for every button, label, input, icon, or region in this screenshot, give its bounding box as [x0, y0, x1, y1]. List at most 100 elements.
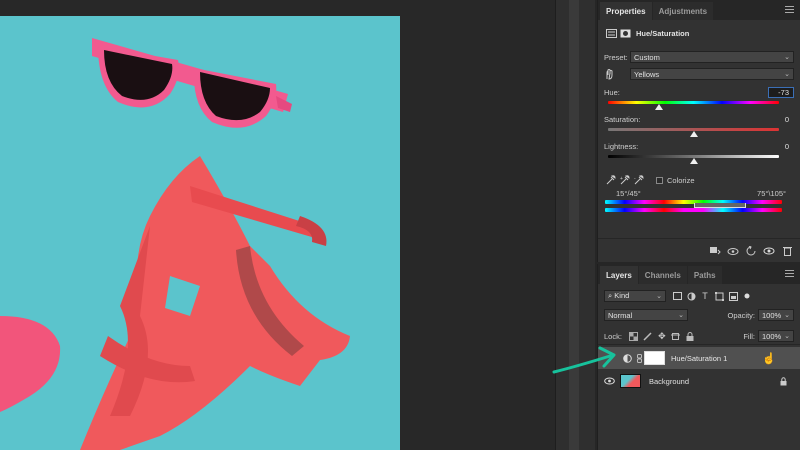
lock-transparent-icon[interactable] [627, 329, 641, 343]
layer-row[interactable]: Hue/Saturation 1 ☝ [598, 347, 800, 369]
channel-value: Yellows [634, 69, 660, 79]
filter-adjustment-icon[interactable] [684, 289, 698, 303]
colorize-checkbox[interactable] [656, 176, 663, 184]
sandal-shape [80, 156, 350, 450]
hue-label: Hue: [604, 88, 620, 97]
document-canvas[interactable] [0, 0, 555, 450]
eyedropper-plus-icon[interactable]: + [618, 173, 632, 187]
lock-position-icon[interactable]: ✥ [655, 329, 669, 343]
opacity-label: Opacity: [727, 310, 755, 320]
tab-adjustments[interactable]: Adjustments [652, 2, 714, 20]
panel-menu-icon[interactable] [785, 6, 794, 14]
adjustment-header: Hue/Saturation [604, 26, 794, 40]
opacity-input[interactable]: 100% ⌄ [758, 309, 794, 321]
saturation-slider-thumb[interactable] [689, 131, 698, 137]
layer-filter-kind[interactable]: ⌕ Kind ⌄ [604, 290, 666, 302]
lock-icon [776, 374, 790, 388]
tab-paths[interactable]: Paths [687, 266, 722, 284]
filter-smart-object-icon[interactable] [726, 289, 740, 303]
adjustment-name: Hue/Saturation [636, 28, 690, 38]
hue-input[interactable]: -73 [768, 87, 794, 98]
sunglasses-shape [92, 38, 292, 128]
lightness-row: Lightness: 0 [604, 141, 794, 152]
chevron-down-icon: ⌄ [784, 333, 790, 340]
layer-name[interactable]: Hue/Saturation 1 [671, 354, 727, 363]
layer-filter-kind-label: Kind [614, 291, 630, 300]
filter-shape-icon[interactable] [712, 289, 726, 303]
chevron-down-icon: ⌄ [784, 71, 790, 78]
fill-value: 100% [762, 331, 782, 341]
mask-icon[interactable] [618, 26, 632, 40]
lightness-slider-thumb[interactable] [689, 158, 698, 164]
filter-pixel-icon[interactable] [670, 289, 684, 303]
filter-toggle-icon[interactable] [740, 289, 754, 303]
opacity-value: 100% [762, 310, 782, 320]
link-icon[interactable] [634, 351, 644, 365]
mouse-cursor-icon: ☝ [762, 352, 776, 365]
eyedropper-minus-icon[interactable]: - [632, 173, 646, 187]
chevron-down-icon: ⌄ [678, 312, 684, 319]
hue-row: Hue: -73 [604, 87, 794, 98]
range-right-readout: 75°\105° [757, 189, 786, 198]
filter-type-icon[interactable]: T [698, 289, 712, 303]
svg-text:-: - [634, 176, 636, 182]
panel-collapse-bar[interactable] [569, 0, 579, 450]
view-previous-state-icon[interactable] [726, 244, 740, 258]
pink-shoe-shape [0, 316, 61, 412]
channel-row: Yellows ⌄ [604, 67, 794, 81]
tab-properties[interactable]: Properties [600, 2, 652, 20]
lock-artboard-icon[interactable] [669, 329, 683, 343]
range-left-readout: 15°/45° [616, 189, 641, 198]
preset-value: Custom [634, 52, 660, 62]
lightness-input[interactable]: 0 [768, 141, 794, 152]
preset-label: Preset: [604, 52, 628, 62]
colorize-label: Colorize [667, 175, 695, 185]
search-icon: ⌕ [608, 291, 613, 300]
fill-label: Fill: [743, 331, 755, 341]
toggle-visibility-icon[interactable] [762, 244, 776, 258]
trash-icon[interactable] [780, 244, 794, 258]
tab-channels[interactable]: Channels [638, 266, 687, 284]
eyedropper-icon[interactable] [604, 173, 618, 187]
blend-mode-value: Normal [608, 310, 633, 320]
properties-panel: Properties Adjustments Hue/Saturation Pr… [597, 0, 800, 262]
properties-footer [604, 244, 794, 258]
layer-thumbnail[interactable] [620, 374, 641, 388]
preset-select[interactable]: Custom ⌄ [630, 51, 794, 63]
lock-row: Lock: ✥ Fill: 100% ⌄ [604, 329, 794, 343]
color-bar-bottom [605, 208, 782, 212]
annotation-arrow-icon [552, 346, 616, 374]
layer-mask-thumbnail[interactable] [644, 351, 665, 365]
layers-divider [598, 344, 800, 345]
photo-canvas[interactable] [0, 16, 400, 450]
blend-mode-select[interactable]: Normal ⌄ [604, 309, 688, 321]
targeted-adjustment-hand-icon[interactable] [604, 67, 630, 81]
preset-row: Preset: Custom ⌄ [604, 51, 794, 63]
chevron-down-icon: ⌄ [784, 54, 790, 61]
blend-row: Normal ⌄ Opacity: 100% ⌄ [604, 309, 794, 321]
hue-slider-track[interactable] [608, 101, 779, 104]
range-readout-row: 15°/45° 75°\105° [604, 189, 794, 198]
panel-menu-icon[interactable] [785, 270, 794, 278]
hue-slider-thumb[interactable] [655, 104, 664, 110]
layer-name[interactable]: Background [649, 377, 689, 386]
layer-filter-row: ⌕ Kind ⌄ T [604, 289, 794, 303]
hue-saturation-icon [604, 26, 618, 40]
tab-layers[interactable]: Layers [600, 266, 638, 284]
lightness-label: Lightness: [604, 142, 639, 151]
properties-tabs: Properties Adjustments [598, 0, 800, 20]
fill-input[interactable]: 100% ⌄ [758, 330, 794, 342]
chevron-down-icon: ⌄ [656, 293, 662, 300]
saturation-input[interactable]: 0 [768, 114, 794, 125]
clip-to-layer-icon[interactable] [708, 244, 722, 258]
layer-row[interactable]: Background [598, 370, 800, 392]
photo-illustration [0, 38, 350, 450]
lock-brush-icon[interactable] [641, 329, 655, 343]
channel-select[interactable]: Yellows ⌄ [630, 68, 794, 80]
reset-icon[interactable] [744, 244, 758, 258]
panel-divider [598, 238, 800, 239]
lock-all-icon[interactable] [683, 329, 697, 343]
saturation-row: Saturation: 0 [604, 114, 794, 125]
svg-text:+: + [620, 176, 623, 182]
saturation-label: Saturation: [604, 115, 641, 124]
